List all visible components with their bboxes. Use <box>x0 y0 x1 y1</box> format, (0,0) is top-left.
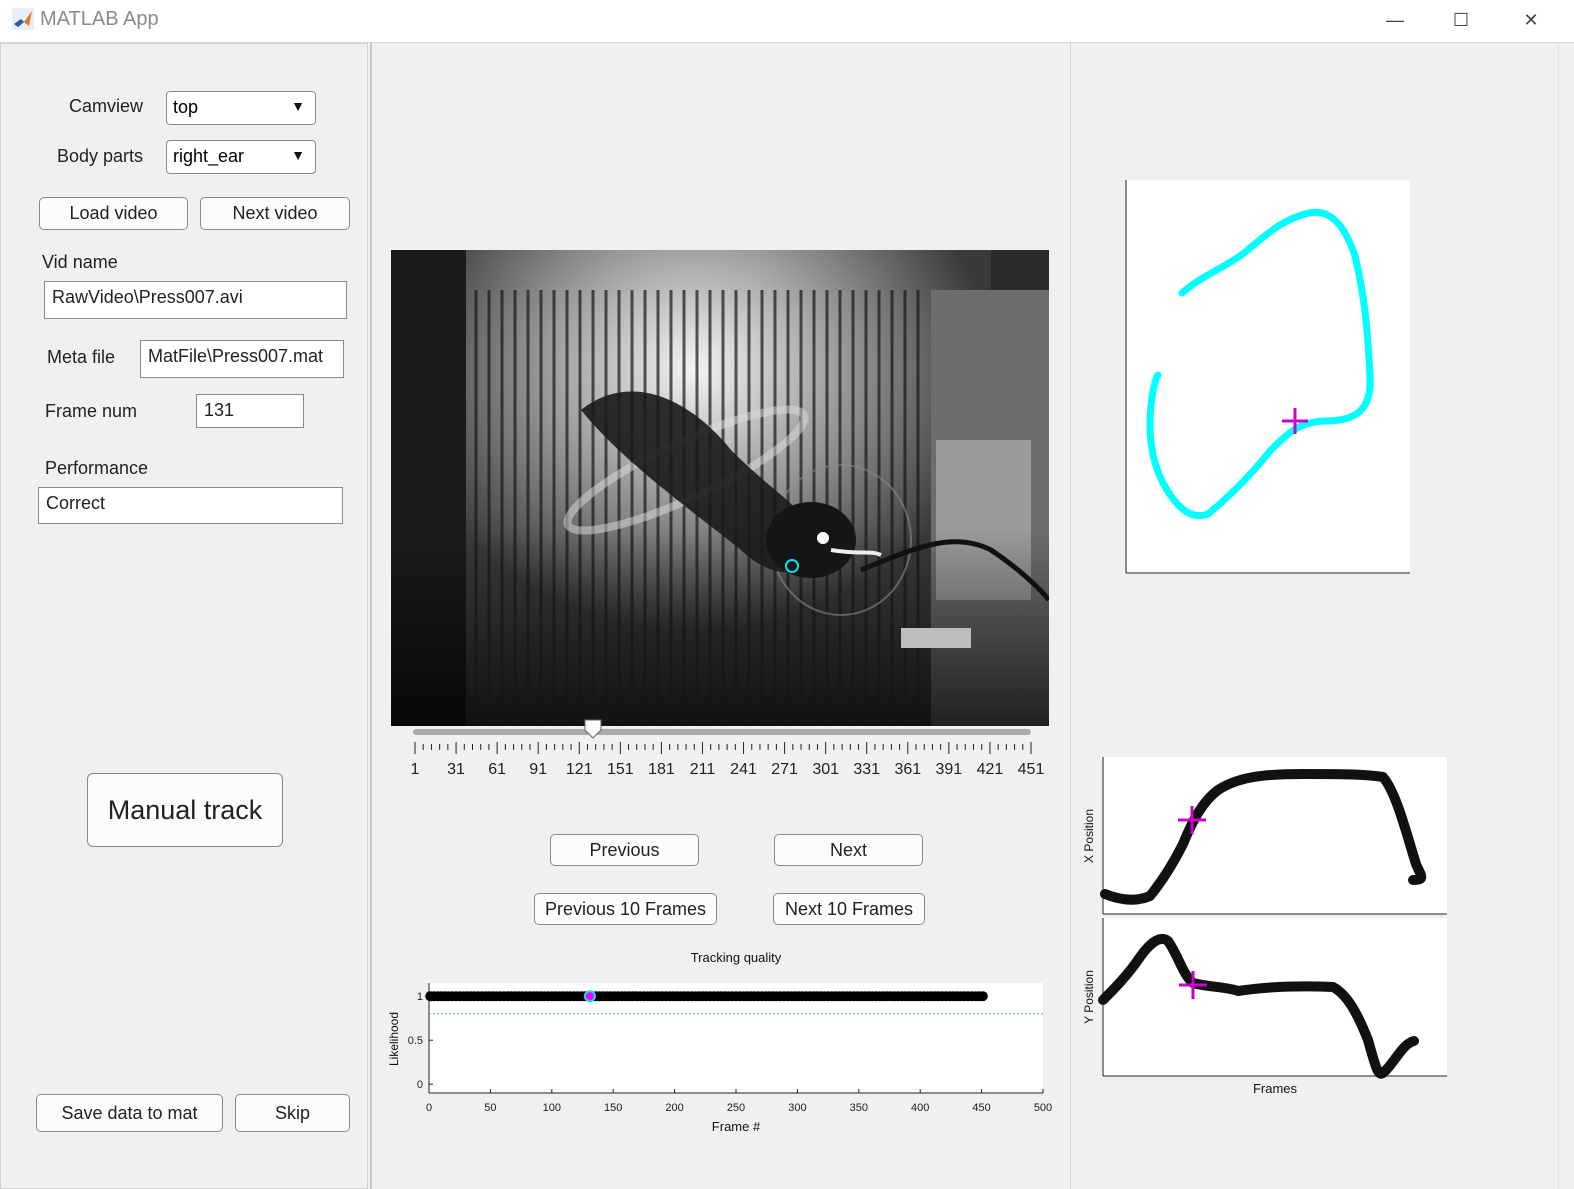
x-position-plot[interactable]: X Position <box>1078 752 1450 917</box>
previous-10-frames-button[interactable]: Previous 10 Frames <box>534 893 717 925</box>
previous-button[interactable]: Previous <box>550 834 699 866</box>
slider-tick-label: 151 <box>607 761 634 778</box>
framenum-label: Frame num <box>45 401 138 421</box>
metafile-label: Meta file <box>47 347 116 367</box>
camview-dropdown[interactable]: top ▼ <box>166 91 316 125</box>
chart-title: Tracking quality <box>691 950 782 965</box>
load-video-button[interactable]: Load video <box>39 197 188 230</box>
title-bar: MATLAB App — ☐ ✕ <box>0 0 1574 43</box>
x-tick-label: 50 <box>484 1102 496 1114</box>
y-tick-label: 0 <box>417 1079 423 1091</box>
window-title: MATLAB App <box>40 8 159 30</box>
close-button[interactable]: ✕ <box>1496 0 1566 40</box>
slider-tick-label: 61 <box>488 761 506 778</box>
slider-tick-label: 31 <box>447 761 465 778</box>
y-tick-label: 0.5 <box>408 1035 423 1047</box>
vidname-label: Vid name <box>42 252 118 272</box>
maximize-button[interactable]: ☐ <box>1426 0 1496 40</box>
x-tick-label: 0 <box>426 1102 432 1114</box>
frame-slider[interactable]: 1 31 61 91 121 151 181 211 241 271 301 331 361 391 421… <box>405 718 1050 782</box>
tracking-quality-chart[interactable]: Tracking quality 0 50 100 150 200 250 300 350 40… <box>380 945 1070 1140</box>
next-10-frames-button[interactable]: Next 10 Frames <box>773 893 925 925</box>
slider-tick-label: 331 <box>853 761 880 778</box>
y-axis-label: Likelihood <box>387 1012 401 1066</box>
dropdown-arrow-icon: ▼ <box>291 98 305 114</box>
likelihood-series <box>425 991 988 1002</box>
next-button[interactable]: Next <box>774 834 923 866</box>
bodyparts-dropdown[interactable]: right_ear ▼ <box>166 140 316 174</box>
x-axis-label: Frame # <box>712 1119 761 1134</box>
dropdown-arrow-icon: ▼ <box>291 147 305 163</box>
metafile-field[interactable]: MatFile\Press007.mat <box>140 340 344 378</box>
bodyparts-label: Body parts <box>57 146 144 166</box>
slider-tick-label: 211 <box>690 761 716 778</box>
minimize-button[interactable]: — <box>1360 0 1430 40</box>
slider-tick-label: 241 <box>730 761 757 778</box>
slider-tick-label: 361 <box>894 761 921 778</box>
manual-track-button[interactable]: Manual track <box>87 773 283 847</box>
x-tick-label: 400 <box>911 1102 929 1114</box>
slider-tick-label: 271 <box>771 761 798 778</box>
matlab-logo-icon <box>12 8 34 30</box>
x-tick-label: 150 <box>604 1102 622 1114</box>
slider-tick-label: 121 <box>566 761 593 778</box>
video-frame[interactable] <box>391 250 1049 726</box>
save-data-button[interactable]: Save data to mat <box>36 1094 223 1132</box>
likelihood-point <box>977 991 988 1002</box>
x-tick-label: 250 <box>727 1102 745 1114</box>
camview-label: Camview <box>69 96 144 116</box>
bodyparts-value: right_ear <box>173 146 245 166</box>
slider-tick-label: 1 <box>411 761 420 778</box>
x-tick-label: 100 <box>543 1102 561 1114</box>
next-video-button[interactable]: Next video <box>200 197 350 230</box>
framenum-field[interactable]: 131 <box>196 394 304 428</box>
camview-value: top <box>173 97 199 117</box>
y-tick-label: 1 <box>417 991 423 1003</box>
x-tick-label: 500 <box>1034 1102 1052 1114</box>
current-frame-point <box>583 990 596 1003</box>
x-tick-label: 200 <box>665 1102 683 1114</box>
performance-label: Performance <box>45 458 149 478</box>
x-tick-label: 300 <box>788 1102 806 1114</box>
slider-tick-label: 391 <box>936 761 963 778</box>
x-tick-label: 350 <box>850 1102 868 1114</box>
trajectory-plot[interactable] <box>1120 176 1420 582</box>
slider-tick-label: 451 <box>1018 761 1045 778</box>
slider-tick-label: 301 <box>812 761 839 778</box>
y-position-plot[interactable]: Y Position Frames <box>1078 915 1450 1100</box>
slider-thumb[interactable] <box>584 719 602 739</box>
slider-tick-label: 181 <box>648 761 675 778</box>
frames-axis-label: Frames <box>1253 1081 1298 1096</box>
vertical-scrollbar[interactable] <box>1558 43 1574 1189</box>
slider-tick-label: 421 <box>977 761 1004 778</box>
slider-tick-label: 91 <box>529 761 547 778</box>
vidname-field[interactable]: RawVideo\Press007.avi <box>44 281 347 319</box>
x-position-axis-label: X Position <box>1082 809 1096 863</box>
performance-field[interactable]: Correct <box>38 487 343 524</box>
skip-button[interactable]: Skip <box>235 1094 350 1132</box>
y-position-axis-label: Y Position <box>1082 970 1096 1024</box>
x-tick-label: 450 <box>972 1102 990 1114</box>
